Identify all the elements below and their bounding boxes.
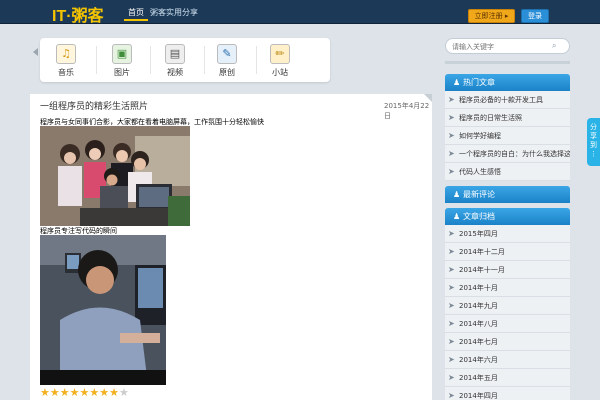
star-icon[interactable]: ★	[40, 386, 50, 399]
divider	[445, 61, 570, 64]
box-head-comments: ♟ 最新评论	[445, 186, 570, 203]
category-site[interactable]: ✏ 小站	[258, 42, 302, 80]
list-item[interactable]: ➤ 2014年四月	[445, 387, 570, 400]
tag-icon: ➤	[448, 355, 455, 364]
tag-icon: ➤	[448, 283, 455, 292]
category-music[interactable]: ♫ 音乐	[44, 42, 88, 80]
nav-home[interactable]: 首页	[124, 6, 148, 21]
article-date: 2015年4月22日	[384, 102, 430, 120]
user-icon: ♟	[453, 190, 461, 199]
tag-icon: ➤	[448, 131, 455, 140]
user-icon: ♟	[453, 212, 461, 221]
login-button[interactable]: 登录	[521, 9, 549, 23]
share-tab[interactable]: 分享到 ⋮	[587, 118, 600, 166]
star-empty-icon[interactable]: ★	[119, 386, 129, 399]
search-box: ⌕	[445, 38, 570, 54]
star-icon[interactable]: ★	[80, 386, 90, 399]
tag-icon: ➤	[448, 95, 455, 104]
archive-list: ➤ 2015年四月 ➤ 2014年十二月 ➤ 2014年十一月 ➤ 2014年十月 ➤ 2…	[445, 225, 570, 400]
box-title: 文章归档	[463, 212, 495, 221]
tag-icon: ➤	[448, 247, 455, 256]
list-item[interactable]: ➤ 2014年十二月	[445, 243, 570, 261]
star-icon[interactable]: ★	[89, 386, 99, 399]
list-item[interactable]: ➤ 程序员必备的十款开发工具	[445, 91, 570, 109]
prev-arrow-icon[interactable]	[33, 48, 38, 56]
article-panel: 一组程序员的精彩生活照片 2015年4月22日 程序员与女同事们合影，大家都在看…	[30, 94, 432, 400]
site-logo[interactable]: IT·粥客	[52, 2, 104, 26]
category-label: 小站	[272, 68, 288, 77]
top-bar: IT·粥客 首页 粥客实用分享 立即注册 ▸ 登录	[0, 0, 600, 26]
category-bar: ♫ 音乐 ▣ 图片 ▤ 视频 ✎ 原创 ✏ 小站	[40, 38, 330, 82]
tag-icon: ➤	[448, 391, 455, 400]
list-item[interactable]: ➤ 2015年四月	[445, 225, 570, 243]
star-icon[interactable]: ★	[70, 386, 80, 399]
box-head-archive: ♟ 文章归档	[445, 208, 570, 225]
box-head-hot: ♟ 热门文章	[445, 74, 570, 91]
fold-corner	[424, 94, 432, 102]
category-picture[interactable]: ▣ 图片	[100, 42, 144, 80]
list-item[interactable]: ➤ 2014年七月	[445, 333, 570, 351]
star-icon[interactable]: ★	[50, 386, 60, 399]
tag-icon: ➤	[448, 337, 455, 346]
box-title: 热门文章	[463, 78, 495, 87]
article-title[interactable]: 一组程序员的精彩生活照片	[40, 99, 148, 112]
hot-list: ➤ 程序员必备的十款开发工具 ➤ 程序员的日常生活照 ➤ 如何学好编程 ➤ 一个程序员的…	[445, 91, 570, 181]
list-item[interactable]: ➤ 如何学好编程	[445, 127, 570, 145]
tag-icon: ➤	[448, 301, 455, 310]
list-item[interactable]: ➤ 2014年十一月	[445, 261, 570, 279]
tag-icon: ➤	[448, 319, 455, 328]
list-item[interactable]: ➤一个程序员的自白：为什么我选择这份工作	[445, 145, 570, 163]
search-input[interactable]	[452, 42, 548, 51]
tag-icon: ➤	[448, 167, 455, 176]
share-label: 分享到	[590, 123, 597, 149]
tag-icon: ➤	[448, 113, 455, 122]
search-icon[interactable]: ⌕	[552, 41, 562, 51]
category-label: 视频	[167, 68, 183, 77]
tag-icon: ➤	[448, 373, 455, 382]
tag-icon: ➤	[448, 265, 455, 274]
list-item[interactable]: ➤ 2014年十月	[445, 279, 570, 297]
video-icon: ▤	[165, 44, 185, 64]
list-item[interactable]: ➤ 程序员的日常生活照	[445, 109, 570, 127]
divider	[256, 46, 257, 74]
divider	[150, 46, 151, 74]
register-button[interactable]: 立即注册 ▸	[468, 9, 515, 23]
list-item[interactable]: ➤ 2014年六月	[445, 351, 570, 369]
programmer-photo	[40, 235, 166, 385]
user-icon: ♟	[453, 78, 461, 87]
original-icon: ✎	[217, 44, 237, 64]
category-label: 图片	[114, 68, 130, 77]
tag-icon: ➤	[448, 149, 455, 158]
category-label: 音乐	[58, 68, 74, 77]
category-video[interactable]: ▤ 视频	[153, 42, 197, 80]
office-group-photo	[40, 126, 190, 226]
picture-icon: ▣	[112, 44, 132, 64]
list-item[interactable]: ➤ 2014年九月	[445, 297, 570, 315]
nav-share[interactable]: 粥客实用分享	[150, 7, 198, 18]
tag-icon: ➤	[448, 229, 455, 238]
box-title: 最新评论	[463, 190, 495, 199]
star-icon[interactable]: ★	[109, 386, 119, 399]
list-item[interactable]: ➤ 2014年五月	[445, 369, 570, 387]
category-original[interactable]: ✎ 原创	[205, 42, 249, 80]
divider	[96, 46, 97, 74]
site-icon: ✏	[270, 44, 290, 64]
music-icon: ♫	[56, 44, 76, 64]
category-label: 原创	[219, 68, 235, 77]
star-icon[interactable]: ★	[99, 386, 109, 399]
star-icon[interactable]: ★	[60, 386, 70, 399]
list-item[interactable]: ➤ 代码人生感悟	[445, 163, 570, 181]
rating-stars[interactable]: ★★★★★★★★★	[40, 386, 129, 399]
list-item[interactable]: ➤ 2014年八月	[445, 315, 570, 333]
